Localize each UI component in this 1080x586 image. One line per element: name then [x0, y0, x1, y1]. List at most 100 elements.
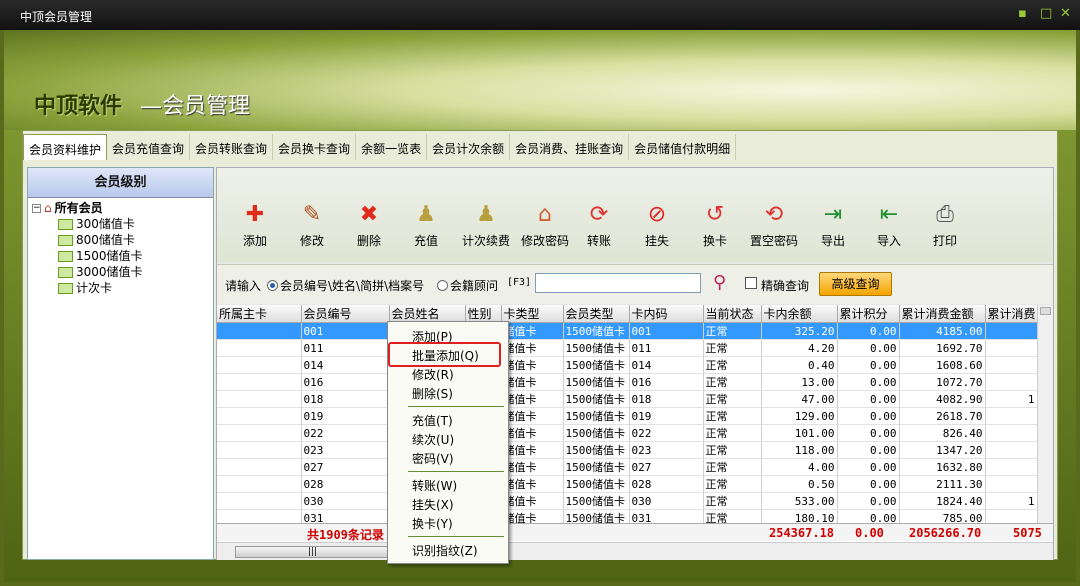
table-cell: 正常: [703, 322, 762, 340]
delete-button[interactable]: ✖ 删除: [343, 202, 395, 249]
change-card-button[interactable]: ↺ 换卡: [689, 202, 741, 249]
tree-item[interactable]: 800储值卡: [32, 232, 213, 248]
table-row[interactable]: 018 储值卡 1500储值卡 018 正常 47.00 0.00 4082.90 1: [217, 390, 1038, 408]
table-row[interactable]: 014 储值卡 1500储值卡 014 正常 0.40 0.00 1608.60: [217, 356, 1038, 374]
table-cell: 0.00: [837, 373, 900, 391]
change-password-button[interactable]: ⌂ 修改密码: [517, 202, 573, 249]
table-cell: 018: [629, 390, 704, 408]
table-cell: 027: [629, 458, 704, 476]
advanced-query-button[interactable]: 高级查询: [819, 272, 892, 296]
table-cell: 1500储值卡: [563, 390, 630, 408]
column-header[interactable]: 累计积分: [837, 305, 900, 323]
window-title: 中顶会员管理: [20, 10, 93, 24]
minimize-icon[interactable]: ▪: [1018, 6, 1027, 21]
tab-balance-overview[interactable]: 余额一览表: [356, 134, 428, 160]
table-row[interactable]: 022 储值卡 1500储值卡 022 正常 101.00 0.00 826.40: [217, 424, 1038, 442]
tree-item[interactable]: 计次卡: [32, 280, 213, 296]
collapse-icon[interactable]: −: [32, 203, 41, 213]
table-row[interactable]: 016 储值卡 1500储值卡 016 正常 13.00 0.00 1072.70: [217, 373, 1038, 391]
report-loss-icon: ⊘: [647, 202, 667, 227]
report-loss-button[interactable]: ⊘ 挂失: [631, 202, 683, 249]
import-button[interactable]: ⇤ 导入: [863, 202, 915, 249]
search-input[interactable]: [535, 273, 701, 293]
renew-button[interactable]: ♟ 计次续费: [457, 202, 515, 249]
column-header[interactable]: 会员编号: [301, 305, 390, 323]
tab-strip: 会员资料维护 会员充值查询 会员转账查询 会员换卡查询 余额一览表 会员计次余额…: [23, 134, 737, 160]
transfer-button[interactable]: ⟳ 转账: [573, 202, 625, 249]
tree-root[interactable]: − ⌂ 所有会员: [32, 200, 213, 216]
horizontal-scrollbar[interactable]: |||: [217, 542, 1053, 560]
table-cell: 1500储值卡: [563, 424, 630, 442]
tab-member-info[interactable]: 会员资料维护: [23, 134, 108, 160]
print-button[interactable]: ⎙ 打印: [919, 202, 971, 249]
tree-item[interactable]: 3000储值卡: [32, 264, 213, 280]
change-card-icon: ↺: [705, 202, 725, 227]
table-cell: 1632.80: [899, 458, 986, 476]
table-cell: [217, 322, 302, 340]
table-cell: 014: [301, 356, 390, 374]
column-header[interactable]: 累计消费: [985, 305, 1038, 323]
table-cell: 47.00: [761, 390, 838, 408]
password-icon: ⌂: [538, 202, 552, 227]
column-header[interactable]: 卡类型: [501, 305, 564, 323]
close-icon[interactable]: ✕: [1060, 6, 1071, 21]
column-header[interactable]: 性别: [465, 305, 502, 323]
column-header[interactable]: 所属主卡: [217, 305, 302, 323]
table-row[interactable]: 028 储值卡 1500储值卡 028 正常 0.50 0.00 2111.30: [217, 475, 1038, 493]
menu-item-renew[interactable]: 续次(U): [412, 431, 454, 448]
table-row[interactable]: 023 储值卡 1500储值卡 023 正常 118.00 0.00 1347.20: [217, 441, 1038, 459]
menu-item-edit[interactable]: 修改(R): [412, 366, 454, 383]
column-header[interactable]: 卡内余额: [761, 305, 838, 323]
table-row[interactable]: 030 储值卡 1500储值卡 030 正常 533.00 0.00 1824.40 1: [217, 492, 1038, 510]
maximize-icon[interactable]: □: [1040, 6, 1052, 21]
radio-icon[interactable]: [437, 280, 448, 291]
export-icon: ⇥: [823, 202, 843, 227]
export-button[interactable]: ⇥ 导出: [807, 202, 859, 249]
menu-item-recharge[interactable]: 充值(T): [412, 412, 453, 429]
scroll-thumb[interactable]: [1040, 307, 1051, 315]
table-cell: 325.20: [761, 322, 838, 340]
clear-password-button[interactable]: ⟲ 置空密码: [745, 202, 803, 249]
tab-count-balance[interactable]: 会员计次余额: [427, 134, 511, 160]
menu-item-fingerprint[interactable]: 识别指纹(Z): [412, 542, 478, 559]
column-header[interactable]: 累计消费金额: [899, 305, 986, 323]
menu-item-delete[interactable]: 删除(S): [412, 385, 453, 402]
tab-card-change-query[interactable]: 会员换卡查询: [273, 134, 357, 160]
vertical-scrollbar[interactable]: [1037, 305, 1053, 523]
table-cell: 0.00: [837, 339, 900, 357]
menu-item-batch-add[interactable]: 批量添加(Q): [412, 347, 479, 364]
search-option-member[interactable]: 会员编号\姓名\简拼\档案号: [267, 277, 424, 294]
recharge-button[interactable]: ♟ 充值: [400, 202, 452, 249]
edit-button[interactable]: ✎ 修改: [286, 202, 338, 249]
radio-selected-icon[interactable]: [267, 280, 278, 291]
table-row[interactable]: 019 储值卡 1500储值卡 019 正常 129.00 0.00 2618.70: [217, 407, 1038, 425]
tree-item[interactable]: 300储值卡: [32, 216, 213, 232]
exact-query-checkbox[interactable]: [745, 277, 757, 289]
table-cell: 014: [629, 356, 704, 374]
menu-item-password[interactable]: 密码(V): [412, 450, 454, 467]
column-header[interactable]: 会员类型: [563, 305, 630, 323]
menu-item-add[interactable]: 添加(P): [412, 328, 453, 345]
total-consume-partial: 5075: [1013, 526, 1042, 540]
transfer-icon: ⟳: [589, 202, 609, 227]
menu-item-change-card[interactable]: 换卡(Y): [412, 515, 453, 532]
table-row[interactable]: 001 储值卡 1500储值卡 001 正常 325.20 0.00 4185.00: [217, 322, 1038, 340]
horizontal-scroll-thumb[interactable]: |||: [235, 546, 390, 558]
tab-recharge-query[interactable]: 会员充值查询: [107, 134, 191, 160]
table-row[interactable]: 011 储值卡 1500储值卡 011 正常 4.20 0.00 1692.70: [217, 339, 1038, 357]
column-header[interactable]: 卡内码: [629, 305, 704, 323]
table-cell: 016: [301, 373, 390, 391]
table-cell: [985, 322, 1038, 340]
column-header[interactable]: 会员姓名: [389, 305, 466, 323]
tab-stored-payment[interactable]: 会员储值付款明细: [629, 134, 737, 160]
column-header[interactable]: 当前状态: [703, 305, 762, 323]
tree-item[interactable]: 1500储值卡: [32, 248, 213, 264]
search-icon[interactable]: ⚲: [713, 272, 726, 293]
menu-item-transfer[interactable]: 转账(W): [412, 477, 457, 494]
tab-transfer-query[interactable]: 会员转账查询: [190, 134, 274, 160]
tab-consume-query[interactable]: 会员消费、挂账查询: [510, 134, 630, 160]
search-option-advisor[interactable]: 会籍顾问: [437, 277, 498, 294]
table-row[interactable]: 027 储值卡 1500储值卡 027 正常 4.00 0.00 1632.80: [217, 458, 1038, 476]
menu-item-report-loss[interactable]: 挂失(X): [412, 496, 454, 513]
add-button[interactable]: ✚ 添加: [229, 202, 281, 249]
